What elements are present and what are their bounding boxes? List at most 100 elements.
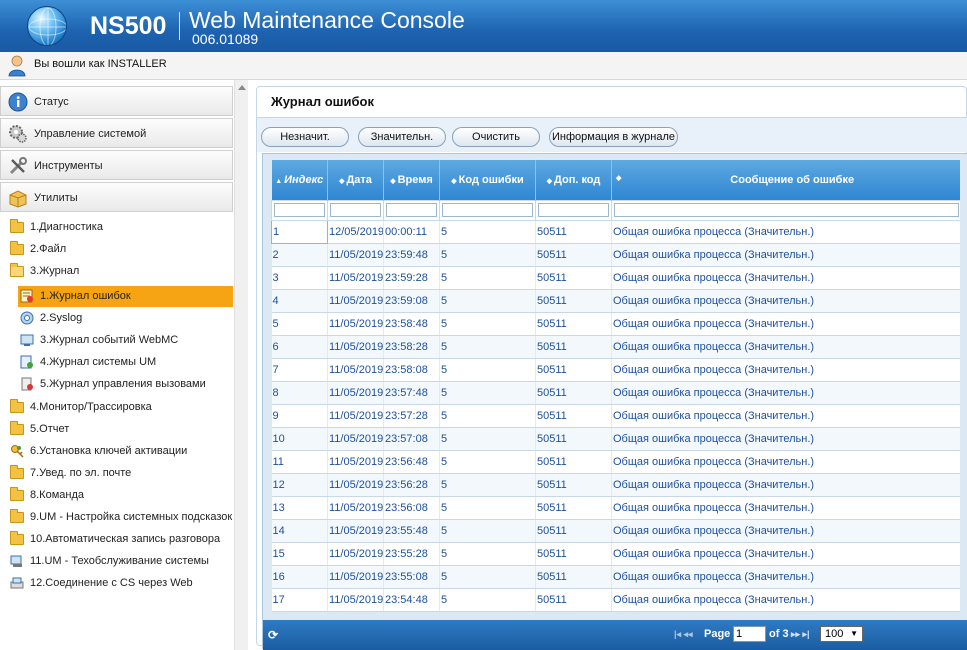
table-cell: 5 [439,565,536,589]
table-cell: 5 [439,266,536,290]
header-divider [179,12,180,40]
page-size-select[interactable]: 100 ▼ [820,626,863,642]
tree-item-call-log[interactable]: 5.Журнал управления вызовами [18,374,232,395]
table-cell: 23:59:48 [383,243,440,267]
tree-item-um-maintenance[interactable]: 11.UM - Техобслуживание системы [10,551,232,572]
first-prev-page-icon[interactable]: |◂ ◂◂ [674,629,693,640]
tree-item-auto-record[interactable]: 10.Автоматическая запись разговора [10,529,232,550]
tree-item-report[interactable]: 5.Отчет [10,419,232,440]
table-cell: 13 [271,496,328,520]
sidebar-scrollbar[interactable] [234,80,248,650]
tree-item-um-prompts[interactable]: 9.UM - Настройка системных подсказок [10,507,232,528]
minor-filter-button[interactable]: Незначит. [261,127,349,147]
tree-item-syslog[interactable]: 2.Syslog [18,308,232,329]
table-row[interactable]: 12 11/05/2019 23:56:28 5 50511 Общая ошибка п… [271,473,962,497]
tree-item-label: 2.Файл [30,243,67,255]
table-row[interactable]: 2 11/05/2019 23:59:48 5 50511 Общая ошибка пр… [271,243,962,267]
table-cell: Общая ошибка процесса (Значительн.) [611,427,962,451]
tree-item-monitor[interactable]: 4.Монитор/Трассировка [10,397,232,418]
column-header-message[interactable]: ◆ Сообщение об ошибке [611,160,962,200]
table-cell: 11/05/2019 [327,404,384,428]
table-cell: 50511 [535,335,612,359]
clear-button[interactable]: Очистить [452,127,540,147]
table-row[interactable]: 9 11/05/2019 23:57:28 5 50511 Общая ошибка пр… [271,404,962,428]
table-cell: 15 [271,542,328,566]
filter-date-input[interactable] [330,203,381,217]
major-filter-button[interactable]: Значительн. [358,127,446,147]
filter-cell [439,199,536,221]
error-log-table: ▲ Индекс ◆ Дата ◆ Время ◆ Код ошибки ◆ Доп. к… [271,160,962,612]
table-cell: 50511 [535,496,612,520]
table-row[interactable]: 16 11/05/2019 23:55:08 5 50511 Общая ошибка п… [271,565,962,589]
tree-item-error-log[interactable]: 1.Журнал ошибок [18,286,233,307]
tree-item-cs-web[interactable]: 12.Соединение с CS через Web [10,573,232,594]
main-content: Журнал ошибок Незначит. Значительн. Очис… [248,80,967,650]
filter-cell [383,199,440,221]
tree-item-email-notify[interactable]: 7.Увед. по эл. почте [10,463,232,484]
tree-item-webmc-log[interactable]: 3.Журнал событий WebMC [18,330,232,351]
table-cell: 50511 [535,473,612,497]
column-header-error-code[interactable]: ◆ Код ошибки [439,160,536,200]
filter-cell [535,199,612,221]
table-cell: 50511 [535,427,612,451]
table-row[interactable]: 4 11/05/2019 23:59:08 5 50511 Общая ошибка пр… [271,289,962,313]
web-connect-icon [10,577,24,589]
table-cell: 11/05/2019 [327,243,384,267]
sidebar-section-label: Утилиты [34,192,78,204]
table-row[interactable]: 13 11/05/2019 23:56:08 5 50511 Общая ошибка п… [271,496,962,520]
tree-item-activation-keys[interactable]: 6.Установка ключей активации [10,441,232,462]
filter-extra-code-input[interactable] [538,203,609,217]
table-row[interactable]: 8 11/05/2019 23:57:48 5 50511 Общая ошибка пр… [271,381,962,405]
table-cell: 5 [439,289,536,313]
table-cell: Общая ошибка процесса (Значительн.) [611,588,962,612]
table-row[interactable]: 6 11/05/2019 23:58:28 5 50511 Общая ошибка пр… [271,335,962,359]
table-cell: 3 [271,266,328,290]
column-header-label: Дата [346,173,372,186]
scroll-up-arrow-icon[interactable] [238,85,246,90]
filter-index-input[interactable] [274,203,325,217]
tree-item-um-log[interactable]: 4.Журнал системы UM [18,352,232,373]
table-row[interactable]: 10 11/05/2019 23:57:08 5 50511 Общая ошибка п… [271,427,962,451]
sidebar-section-tools[interactable]: Инструменты [0,150,233,180]
table-row[interactable]: 14 11/05/2019 23:55:48 5 50511 Общая ошибка п… [271,519,962,543]
info-icon [8,92,28,112]
table-row[interactable]: 17 11/05/2019 23:54:48 5 50511 Общая ошибка п… [271,588,962,612]
table-cell: 50511 [535,519,612,543]
filter-error-code-input[interactable] [442,203,533,217]
table-row[interactable]: 7 11/05/2019 23:58:08 5 50511 Общая ошибка пр… [271,358,962,382]
refresh-icon[interactable]: ⟳ [268,628,278,642]
table-row[interactable]: 11 11/05/2019 23:56:48 5 50511 Общая ошибка п… [271,450,962,474]
grid-scrollbar[interactable] [960,160,967,620]
next-last-page-icon[interactable]: ▸▸ ▸| [791,629,810,640]
tree-item-diagnostics[interactable]: 1.Диагностика [10,217,232,238]
tree-item-label: 1.Журнал ошибок [40,290,131,302]
sidebar-section-utilities[interactable]: Утилиты [0,182,233,212]
column-header-date[interactable]: ◆ Дата [327,160,384,200]
table-cell: 23:55:28 [383,542,440,566]
table-cell: 11/05/2019 [327,450,384,474]
table-cell: Общая ошибка процесса (Значительн.) [611,473,962,497]
tree-item-log[interactable]: 3.Журнал [10,261,232,282]
table-cell: 16 [271,565,328,589]
table-cell: 11/05/2019 [327,381,384,405]
tree-item-file[interactable]: 2.Файл [10,239,232,260]
sidebar-section-system[interactable]: Управление системой [0,118,233,148]
table-cell: 23:58:08 [383,358,440,382]
column-header-time[interactable]: ◆ Время [383,160,440,200]
table-row[interactable]: 5 11/05/2019 23:58:48 5 50511 Общая ошибка пр… [271,312,962,336]
table-cell: 5 [439,473,536,497]
page-number-input[interactable] [733,626,766,642]
sidebar-section-status[interactable]: Статус [0,86,233,116]
log-info-button[interactable]: Информация в журнале [549,127,678,147]
filter-message-input[interactable] [614,203,959,217]
maintenance-icon [10,555,22,567]
column-header-extra-code[interactable]: ◆ Доп. код [535,160,612,200]
table-row[interactable]: 15 11/05/2019 23:55:28 5 50511 Общая ошибка п… [271,542,962,566]
tree-item-command[interactable]: 8.Команда [10,485,232,506]
table-row[interactable]: 1 12/05/2019 00:00:11 5 50511 Общая ошибка пр… [271,219,962,244]
table-row[interactable]: 3 11/05/2019 23:59:28 5 50511 Общая ошибка пр… [271,266,962,290]
column-header-index[interactable]: ▲ Индекс [271,160,328,200]
filter-time-input[interactable] [386,203,437,217]
column-header-label: Код ошибки [458,173,524,186]
folder-icon [10,509,24,523]
